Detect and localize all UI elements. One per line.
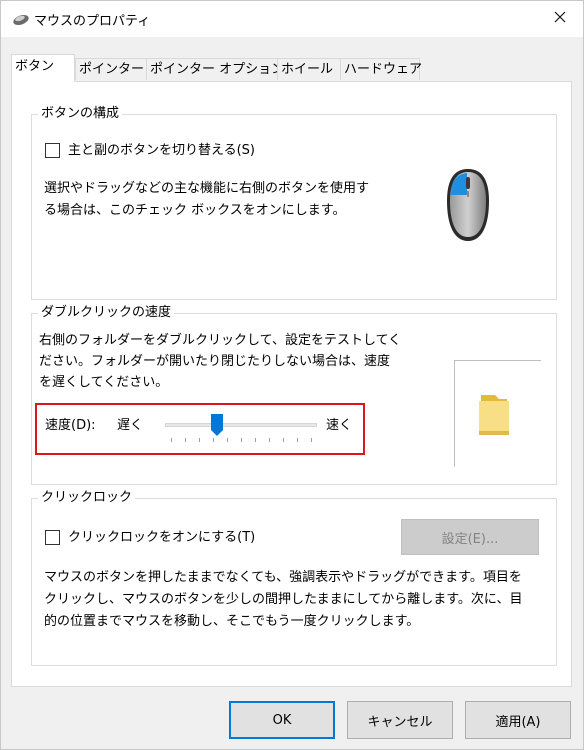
slider-tick	[185, 438, 186, 442]
speed-label: 速度(D):	[45, 418, 96, 433]
slider-tick	[241, 438, 242, 442]
click-lock-description-2: クリックし、マウスのボタンを少しの間押したままにしてから離します。次に、目	[44, 592, 523, 607]
mouse-properties-window: マウスのプロパティ ボタン ポインター ポインター オプション ホイール ハード…	[0, 0, 584, 750]
button-config-group: ボタンの構成 主と副のボタンを切り替える(S) 選択やドラッグなどの主な機能に右…	[31, 106, 557, 300]
tab-buttons[interactable]: ボタン	[11, 54, 75, 82]
click-lock-description-1: マウスのボタンを押したままでなくても、強調表示やドラッグができます。項目を	[44, 570, 522, 585]
slider-tick	[171, 438, 172, 442]
mouse-app-icon	[12, 12, 30, 26]
swap-buttons-checkbox[interactable]	[45, 143, 60, 158]
apply-button[interactable]: 適用(A)	[465, 701, 571, 739]
swap-buttons-label[interactable]: 主と副のボタンを切り替える(S)	[68, 140, 255, 161]
window-title: マウスのプロパティ	[34, 14, 151, 29]
speed-slider[interactable]	[165, 414, 317, 446]
slider-thumb[interactable]	[211, 414, 223, 440]
tab-hardware[interactable]: ハードウェア	[340, 58, 422, 80]
slider-tick	[311, 438, 312, 442]
click-lock-label[interactable]: クリックロックをオンにする(T)	[68, 527, 255, 548]
title-bar: マウスのプロパティ	[1, 1, 583, 37]
button-config-title: ボタンの構成	[38, 106, 123, 122]
click-lock-group: クリックロック クリックロックをオンにする(T) 設定(E)... マウスのボタ…	[31, 490, 557, 666]
fast-label: 速く	[326, 418, 353, 433]
double-click-description-1: 右側のフォルダーをダブルクリックして、設定をテストしてく	[39, 333, 402, 348]
click-lock-title: クリックロック	[38, 490, 136, 506]
folder-icon[interactable]	[477, 393, 511, 441]
click-lock-description-3: 的の位置までマウスを移動し、そこでもう一度クリックします。	[44, 614, 420, 629]
click-lock-checkbox[interactable]	[45, 530, 60, 545]
double-click-test-area[interactable]	[454, 360, 541, 467]
ok-button[interactable]: OK	[229, 701, 335, 739]
slider-track	[165, 423, 317, 427]
tab-pointer-options[interactable]: ポインター オプション	[146, 58, 284, 80]
tab-pointers[interactable]: ポインター	[75, 58, 147, 80]
double-click-group: ダブルクリックの速度 右側のフォルダーをダブルクリックして、設定をテストしてく …	[31, 305, 557, 485]
mouse-icon	[442, 165, 494, 249]
slow-label: 遅く	[117, 418, 144, 433]
slider-tick	[255, 438, 256, 442]
double-click-title: ダブルクリックの速度	[38, 305, 175, 321]
tab-panel-buttons: ボタンの構成 主と副のボタンを切り替える(S) 選択やドラッグなどの主な機能に右…	[11, 81, 572, 687]
double-click-description-2: ださい。フォルダーが開いたり閉じたりしない場合は、速度	[39, 354, 391, 369]
slider-tick	[297, 438, 298, 442]
slider-tick	[269, 438, 270, 442]
close-icon	[554, 11, 566, 27]
button-config-description-2: る場合は、このチェック ボックスをオンにします。	[44, 203, 346, 218]
slider-tick	[227, 438, 228, 442]
close-button[interactable]	[537, 1, 583, 37]
slider-tick	[199, 438, 200, 442]
click-lock-settings-button[interactable]: 設定(E)...	[401, 519, 539, 555]
double-click-description-3: を遅くしてください。	[39, 375, 169, 390]
cancel-button[interactable]: キャンセル	[347, 701, 453, 739]
tab-wheel[interactable]: ホイール	[277, 58, 341, 80]
button-config-description-1: 選択やドラッグなどの主な機能に右側のボタンを使用す	[44, 181, 370, 196]
slider-tick	[283, 438, 284, 442]
